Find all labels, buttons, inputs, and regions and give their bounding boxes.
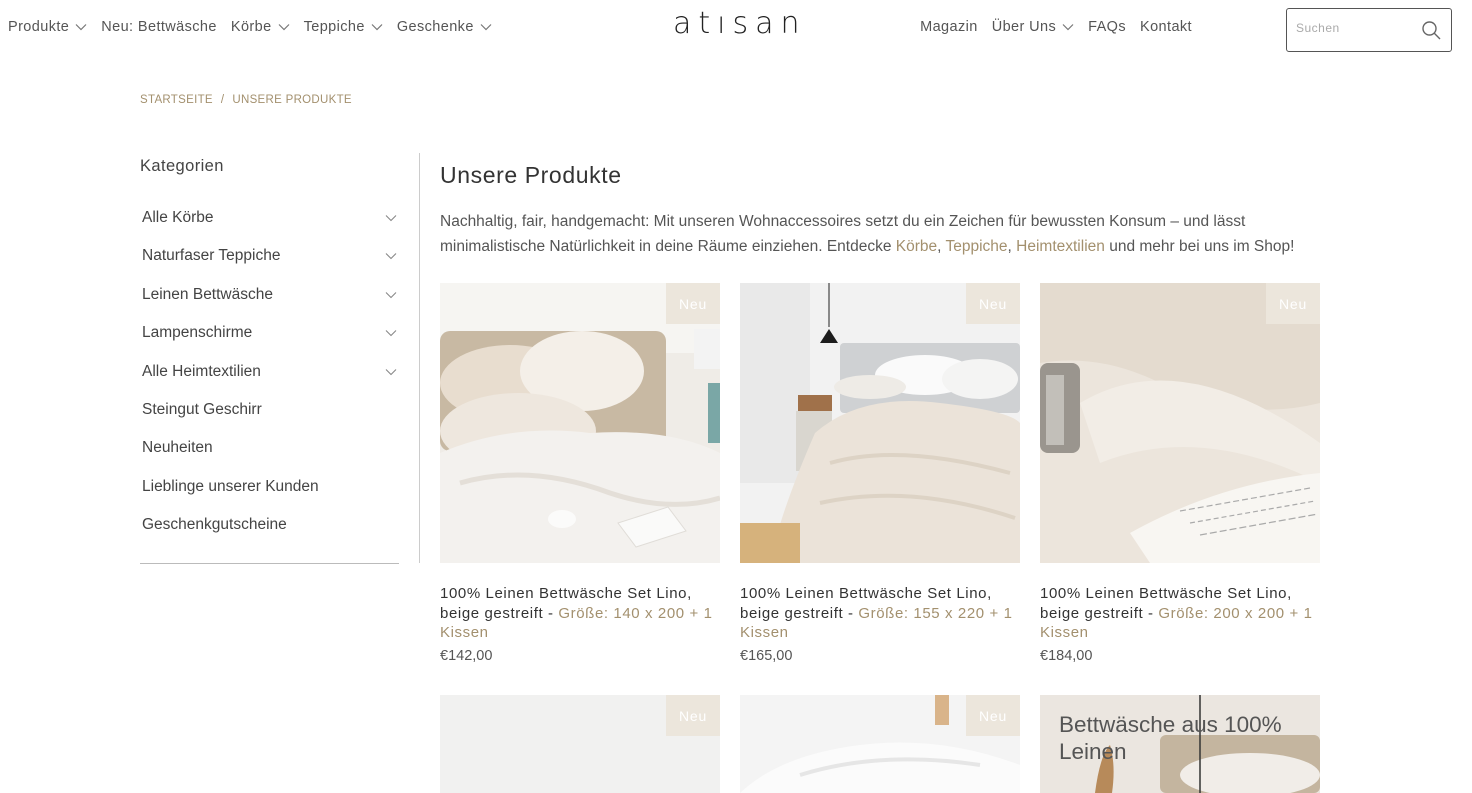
chevron-down-icon[interactable] — [385, 291, 397, 299]
chevron-down-icon — [371, 23, 383, 31]
chevron-down-icon[interactable] — [385, 329, 397, 337]
nav-neu-bettwaesche[interactable]: Neu: Bettwäsche — [101, 19, 217, 35]
category-label: Lampenschirme — [142, 324, 253, 342]
product-image[interactable]: Neu — [740, 695, 1020, 793]
nav-teppiche[interactable]: Teppiche — [304, 19, 383, 35]
product-title[interactable]: 100% Leinen Bettwäsche Set Lino, beige g… — [440, 584, 720, 643]
title-dash: - — [543, 604, 559, 622]
link-heimtextilien[interactable]: Heimtextilien — [1016, 238, 1105, 255]
search-box — [1286, 8, 1452, 52]
search-input[interactable] — [1296, 21, 1416, 35]
product-title[interactable]: 100% Leinen Bettwäsche Set Lino, beige g… — [740, 584, 1020, 643]
search-icon[interactable] — [1421, 20, 1441, 40]
title-dash: - — [843, 604, 859, 622]
nav-label: Teppiche — [303, 19, 365, 35]
main-nav-left: Produkte Neu: Bettwäsche Körbe Teppiche … — [8, 19, 506, 35]
nav-label: Kontakt — [1140, 19, 1192, 35]
nav-produkte[interactable]: Produkte — [8, 19, 87, 35]
collection-description: Nachhaltig, fair, handgemacht: Mit unser… — [440, 209, 1330, 259]
category-label: Geschenkgutscheine — [142, 516, 287, 534]
nav-faqs[interactable]: FAQs — [1088, 19, 1126, 35]
category-geschenkgutscheine[interactable]: Geschenkgutscheine — [142, 516, 399, 554]
nav-ueber-uns[interactable]: Über Uns — [992, 19, 1074, 35]
new-badge: Neu — [1266, 283, 1320, 324]
breadcrumb-separator: / — [220, 94, 225, 106]
title-dash: - — [1143, 604, 1159, 622]
category-lieblinge[interactable]: Lieblinge unserer Kunden — [142, 478, 399, 516]
category-list: Alle Körbe Naturfaser Teppiche Leinen Be… — [142, 209, 399, 555]
vertical-divider — [419, 153, 420, 563]
breadcrumb: Startseite / Unsere Produkte — [140, 94, 352, 106]
new-badge: Neu — [666, 695, 720, 736]
main-nav-right: Magazin Über Uns FAQs Kontakt — [906, 19, 1192, 35]
link-teppiche[interactable]: Teppiche — [945, 238, 1007, 255]
category-sidebar: Kategorien Alle Körbe Naturfaser Teppich… — [140, 153, 399, 564]
category-steingut-geschirr[interactable]: Steingut Geschirr — [142, 401, 399, 439]
product-card[interactable]: Neu 100% Leinen Bettwäsche Set Lino, bei… — [1040, 283, 1320, 664]
new-badge: Neu — [966, 695, 1020, 736]
promo-headline: Bettwäsche aus 100% Leinen — [1059, 712, 1282, 764]
category-label: Steingut Geschirr — [142, 400, 262, 418]
category-label: Naturfaser Teppiche — [142, 247, 281, 265]
category-label: Neuheiten — [142, 439, 213, 457]
intro-text: und mehr bei uns im Shop! — [1104, 238, 1295, 255]
nav-geschenke[interactable]: Geschenke — [397, 19, 492, 35]
product-image[interactable]: Neu — [740, 283, 1020, 563]
link-koerbe[interactable]: Körbe — [896, 238, 937, 255]
sidebar-title: Kategorien — [140, 157, 224, 175]
product-image[interactable]: Neu — [440, 283, 720, 563]
product-image[interactable]: Neu — [440, 695, 720, 793]
product-card[interactable]: Neu 100% Leinen Bettwäsche Set Lino, bei… — [740, 283, 1020, 664]
category-label: Leinen Bettwäsche — [142, 285, 273, 303]
product-image[interactable]: Neu — [1040, 283, 1320, 563]
category-alle-heimtextilien[interactable]: Alle Heimtextilien — [142, 363, 399, 401]
product-title[interactable]: 100% Leinen Bettwäsche Set Lino, beige g… — [1040, 584, 1320, 643]
chevron-down-icon[interactable] — [385, 214, 397, 222]
nav-label: Geschenke — [396, 19, 474, 35]
new-badge: Neu — [966, 283, 1020, 324]
site-logo[interactable]: atısan — [673, 6, 807, 41]
category-naturfaser-teppiche[interactable]: Naturfaser Teppiche — [142, 247, 399, 285]
nav-label: Magazin — [920, 19, 978, 35]
category-alle-koerbe[interactable]: Alle Körbe — [142, 209, 399, 247]
chevron-down-icon — [480, 23, 492, 31]
chevron-down-icon[interactable] — [385, 252, 397, 260]
nav-label: Produkte — [8, 19, 70, 35]
nav-koerbe[interactable]: Körbe — [231, 19, 290, 35]
chevron-down-icon — [278, 23, 290, 31]
category-lampenschirme[interactable]: Lampenschirme — [142, 324, 399, 362]
chevron-down-icon[interactable] — [385, 368, 397, 376]
promo-card[interactable]: Bettwäsche aus 100% Leinen — [1040, 695, 1320, 793]
chevron-down-icon — [75, 23, 87, 31]
top-navigation: Produkte Neu: Bettwäsche Körbe Teppiche … — [0, 0, 1472, 58]
nav-kontakt[interactable]: Kontakt — [1140, 19, 1192, 35]
nav-label: Über Uns — [991, 19, 1057, 35]
product-card[interactable]: Neu — [440, 695, 720, 793]
category-neuheiten[interactable]: Neuheiten — [142, 439, 399, 477]
chevron-down-icon — [1062, 23, 1074, 31]
new-badge: Neu — [666, 283, 720, 324]
product-card[interactable]: Neu — [740, 695, 1020, 793]
category-label: Alle Körbe — [142, 209, 214, 226]
intro-separator: , — [1007, 238, 1017, 255]
category-label: Lieblinge unserer Kunden — [142, 477, 319, 495]
nav-label: FAQs — [1088, 19, 1127, 35]
breadcrumb-home[interactable]: Startseite — [140, 94, 213, 106]
product-price: €184,00 — [1040, 647, 1093, 664]
sidebar-divider — [140, 563, 399, 564]
nav-label: Körbe — [230, 19, 272, 35]
product-price: €165,00 — [740, 647, 793, 664]
category-leinen-bettwaesche[interactable]: Leinen Bettwäsche — [142, 286, 399, 324]
category-label: Alle Heimtextilien — [142, 362, 261, 380]
nav-magazin[interactable]: Magazin — [920, 19, 978, 35]
product-card[interactable]: Neu 100% Leinen Bettwäsche Set Lino, bei… — [440, 283, 720, 664]
product-price: €142,00 — [440, 647, 493, 664]
page-title: Unsere Produkte — [440, 162, 622, 188]
promo-image[interactable]: Bettwäsche aus 100% Leinen — [1040, 695, 1320, 793]
nav-label: Neu: Bettwäsche — [101, 19, 217, 35]
breadcrumb-current[interactable]: Unsere Produkte — [232, 94, 352, 106]
